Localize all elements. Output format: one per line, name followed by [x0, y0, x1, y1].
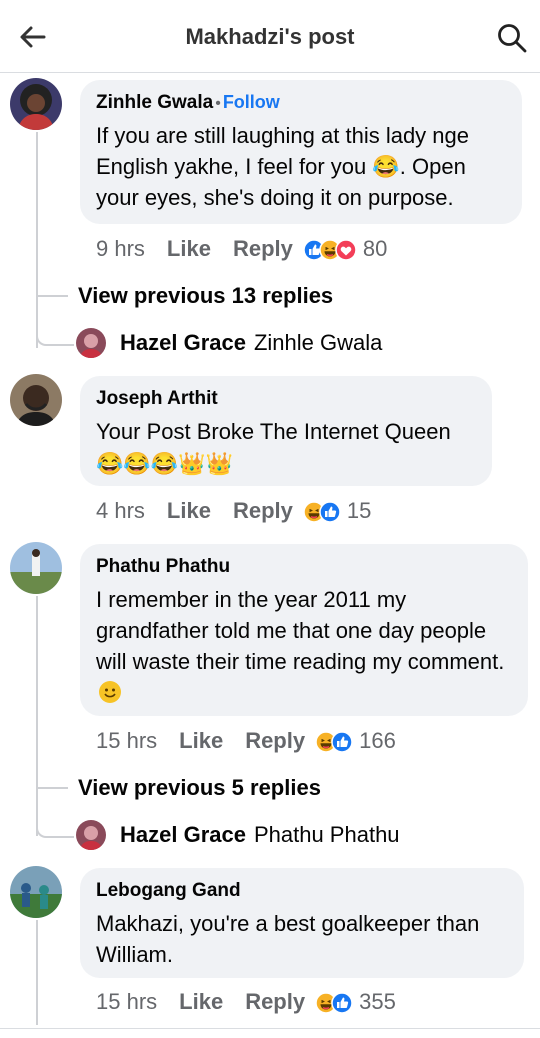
reply-button[interactable]: Reply [233, 234, 293, 264]
comment-time[interactable]: 9 hrs [96, 234, 145, 264]
comment-author[interactable]: Zinhle Gwala [96, 92, 213, 113]
reaction-icons[interactable] [315, 731, 353, 755]
comment-text: Your Post Broke The Internet Queen [96, 419, 451, 444]
reply-button[interactable]: Reply [233, 496, 293, 526]
comment-text-body: I remember in the year 2011 my grandfath… [96, 587, 505, 674]
like-button[interactable]: Like [167, 496, 211, 526]
reaction-icons[interactable] [303, 501, 341, 525]
like-reaction-icon [331, 992, 353, 1014]
reaction-count[interactable]: 80 [363, 234, 387, 264]
reply-text: Phathu Phathu [253, 822, 400, 847]
thread-curve [36, 810, 74, 838]
comment-actions: 15 hrs Like Reply 355 [96, 987, 396, 1017]
reply-author[interactable]: Hazel Grace [120, 822, 246, 847]
laughing-emoji-icon: 😂 [123, 451, 151, 476]
comment-actions: 15 hrs Like Reply 166 [96, 726, 396, 756]
thread-line [36, 920, 38, 1025]
comment-text: Makhazi, you're a best goalkeeper than W… [96, 911, 480, 967]
crown-emoji-icon: 👑 [178, 451, 206, 476]
reaction-count[interactable]: 15 [347, 496, 371, 526]
thread-line [36, 596, 38, 836]
comments-list: Zinhle Gwala • Follow If you are still lau… [0, 0, 540, 1038]
emoji-line: 😂😂😂👑👑 [96, 449, 476, 479]
comment-time[interactable]: 4 hrs [96, 496, 145, 526]
reply-preview[interactable]: Hazel Grace Zinhle Gwala [76, 326, 382, 360]
comment-bubble: Joseph Arthit Your Post Broke The Intern… [80, 376, 492, 486]
comment-author[interactable]: Joseph Arthit [96, 388, 476, 410]
thread-branch [38, 787, 68, 789]
avatar[interactable] [10, 78, 62, 130]
comment-bubble: Zinhle Gwala • Follow If you are still lau… [80, 80, 522, 224]
reply-button[interactable]: Reply [245, 987, 305, 1017]
thread-line [36, 132, 38, 348]
reaction-count[interactable]: 166 [359, 726, 396, 756]
reply-text: Zinhle Gwala [253, 330, 383, 355]
comment-time[interactable]: 15 hrs [96, 987, 157, 1017]
avatar[interactable] [76, 820, 106, 850]
comment-text: I remember in the year 2011 my grandfath… [96, 584, 512, 708]
like-reaction-icon [331, 731, 353, 753]
avatar[interactable] [10, 542, 62, 594]
avatar[interactable] [10, 866, 62, 918]
reply-author[interactable]: Hazel Grace [120, 330, 246, 355]
love-reaction-icon [335, 239, 357, 261]
reaction-icons[interactable] [303, 239, 357, 263]
comment-text: If you are still laughing at this lady n… [96, 123, 470, 210]
comment-author[interactable]: Lebogang Gand [96, 880, 508, 902]
avatar[interactable] [76, 328, 106, 358]
reply-button[interactable]: Reply [245, 726, 305, 756]
comment-time[interactable]: 15 hrs [96, 726, 157, 756]
comment-actions: 9 hrs Like Reply 80 [96, 234, 387, 264]
comment-author[interactable]: Phathu Phathu [96, 556, 512, 578]
reaction-count[interactable]: 355 [359, 987, 396, 1017]
view-previous-replies[interactable]: View previous 5 replies [78, 775, 321, 801]
crown-emoji-icon: 👑 [205, 451, 234, 476]
reply-preview[interactable]: Hazel Grace Phathu Phathu [76, 818, 400, 852]
reaction-icons[interactable] [315, 992, 353, 1016]
like-button[interactable]: Like [179, 987, 223, 1017]
divider [0, 1028, 540, 1029]
laughing-emoji-icon: 😂 [150, 451, 179, 476]
comment-actions: 4 hrs Like Reply 15 [96, 496, 371, 526]
thread-branch [38, 295, 68, 297]
follow-button[interactable]: Follow [223, 92, 280, 112]
separator-dot: • [215, 95, 221, 112]
comment-bubble: Phathu Phathu I remember in the year 201… [80, 544, 528, 716]
comment-bubble: Lebogang Gand Makhazi, you're a best goa… [80, 868, 524, 978]
laughing-emoji-icon: 😂 [96, 451, 124, 476]
thread-curve [36, 320, 74, 346]
view-previous-replies[interactable]: View previous 13 replies [78, 283, 333, 309]
like-button[interactable]: Like [179, 726, 223, 756]
like-reaction-icon [319, 501, 341, 523]
like-button[interactable]: Like [167, 234, 211, 264]
smiling-face-icon [99, 681, 121, 703]
avatar[interactable] [10, 374, 62, 426]
